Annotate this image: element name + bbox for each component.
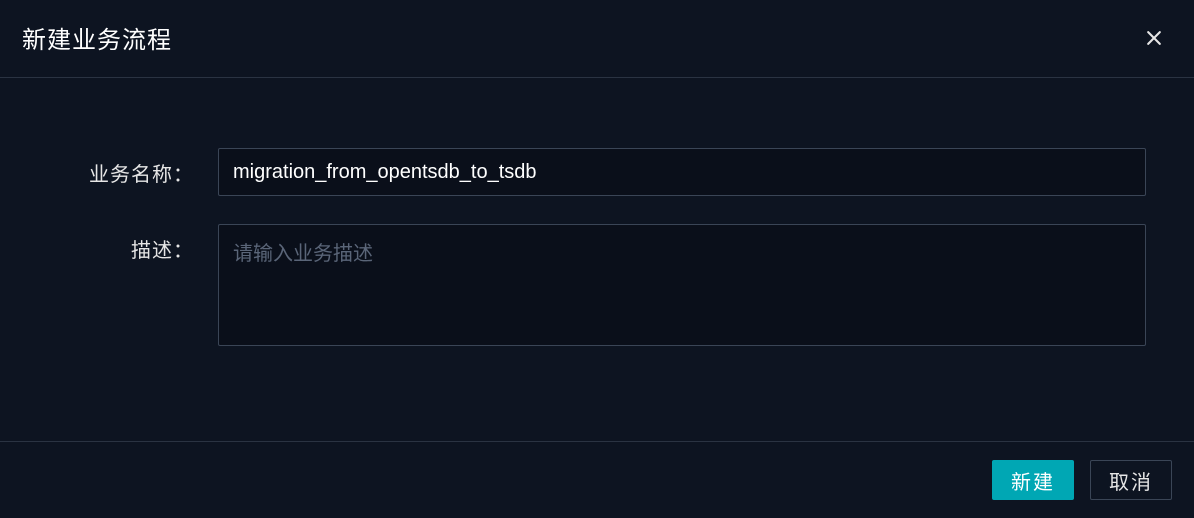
dialog-header: 新建业务流程 [0, 0, 1194, 78]
close-icon [1144, 28, 1164, 48]
form-row-name: 业务名称： [48, 148, 1146, 196]
form-row-desc: 描述： [48, 224, 1146, 351]
desc-control [218, 224, 1146, 351]
desc-input[interactable] [218, 224, 1146, 346]
dialog-body: 业务名称： 描述： [0, 78, 1194, 441]
close-button[interactable] [1142, 26, 1166, 50]
create-button[interactable]: 新建 [992, 460, 1074, 500]
desc-label: 描述： [48, 224, 218, 263]
name-input[interactable] [218, 148, 1146, 196]
dialog-footer: 新建 取消 [0, 441, 1194, 518]
create-workflow-dialog: 新建业务流程 业务名称： 描述： 新建 取消 [0, 0, 1194, 518]
cancel-button[interactable]: 取消 [1090, 460, 1172, 500]
name-control [218, 148, 1146, 196]
name-label: 业务名称： [48, 148, 218, 187]
dialog-title: 新建业务流程 [22, 20, 172, 55]
